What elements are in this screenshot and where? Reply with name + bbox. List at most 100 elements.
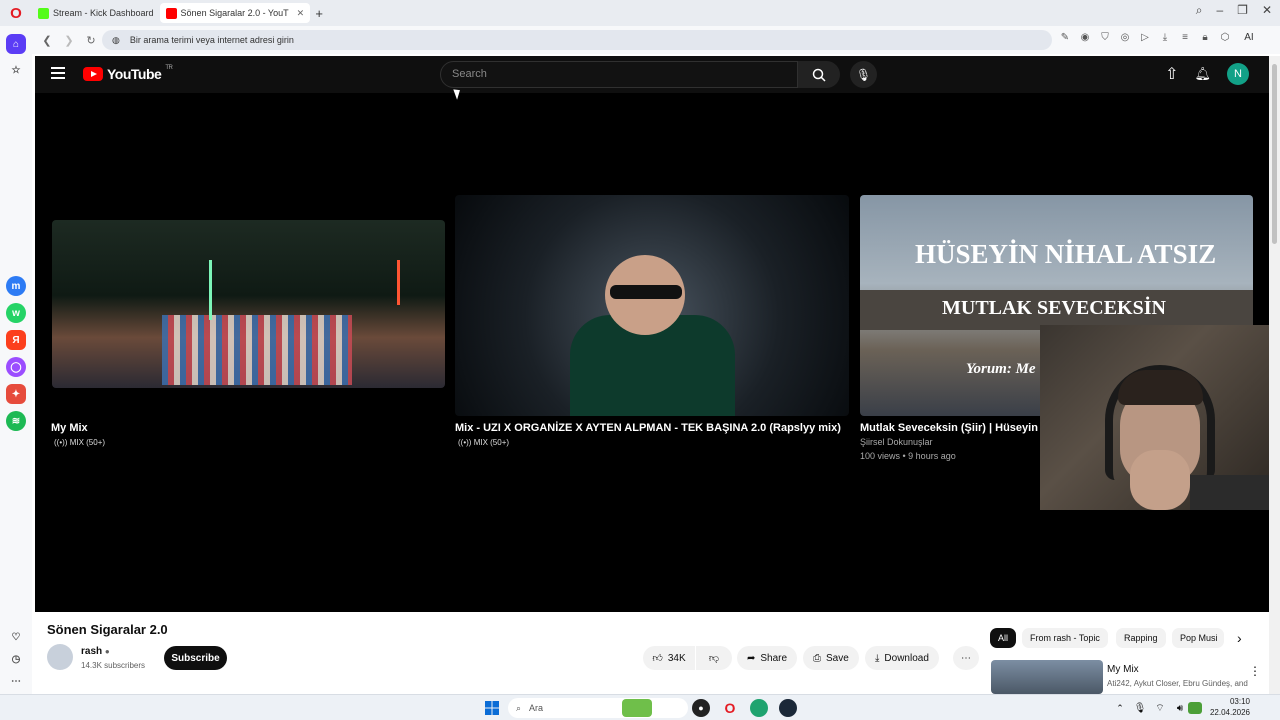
- home-icon[interactable]: ⌂: [6, 34, 26, 54]
- vpn-icon[interactable]: ◎: [1118, 32, 1132, 43]
- menu-icon[interactable]: ≡: [1178, 32, 1192, 43]
- suggestion-more-icon[interactable]: ⋮: [1249, 664, 1261, 678]
- ai-button[interactable]: AI: [1238, 32, 1260, 43]
- tab-label: Stream - Kick Dashboard: [53, 8, 154, 18]
- star-icon[interactable]: ☆: [6, 60, 26, 80]
- tray-app-icon[interactable]: [1188, 702, 1202, 714]
- save-button[interactable]: ⎙ Save: [803, 646, 859, 670]
- shield-icon[interactable]: ⛉: [1098, 32, 1112, 43]
- download-arrow-icon: ⤓: [875, 652, 880, 664]
- app-icon[interactable]: ✦: [6, 384, 26, 404]
- chip-from-rash[interactable]: From rash - Topic: [1022, 628, 1108, 648]
- heart-icon[interactable]: ♡: [6, 627, 26, 647]
- reload-icon[interactable]: ↻: [80, 34, 102, 47]
- history-icon[interactable]: ◷: [6, 649, 26, 669]
- menu-hamburger-icon[interactable]: [51, 67, 65, 79]
- mic-icon: 🎙︎: [855, 67, 872, 82]
- endscreen-title-3[interactable]: Mutlak Seveceksin (Şiir) | Hüseyin Ni: [860, 422, 1052, 434]
- minimize-icon[interactable]: –: [1216, 3, 1223, 18]
- endscreen-title-1[interactable]: My Mix: [51, 422, 88, 434]
- taskbar-app-icon[interactable]: [622, 699, 652, 717]
- voice-search-button[interactable]: 🎙︎: [850, 61, 877, 88]
- whatsapp-icon[interactable]: w: [6, 303, 26, 323]
- new-tab-button[interactable]: +: [310, 6, 328, 21]
- table-cloth-shape: [162, 315, 352, 385]
- back-icon[interactable]: ❮: [36, 34, 58, 47]
- region-code: TR: [165, 65, 173, 71]
- opera-logo-icon[interactable]: O: [0, 0, 32, 26]
- taskbar-steam-icon[interactable]: [779, 699, 797, 717]
- taskbar-search[interactable]: ⌕ Ara: [508, 698, 688, 718]
- save-label: Save: [826, 652, 849, 664]
- close-window-icon[interactable]: ✕: [1262, 3, 1272, 18]
- tray-volume-icon[interactable]: 🔊︎: [1171, 699, 1189, 717]
- bookmark-icon: ⎙: [813, 652, 821, 664]
- endscreen-channel-3: Şiirsel Dokunuşlar: [860, 437, 933, 447]
- search-tabs-icon[interactable]: ⌕: [1196, 3, 1203, 18]
- window-controls: ⌕ – ❐ ✕: [1196, 3, 1272, 18]
- camera-icon[interactable]: ◉: [1078, 32, 1092, 43]
- maximize-icon[interactable]: ❐: [1237, 3, 1248, 18]
- taskbar-clock[interactable]: 03:10 22.04.2026: [1210, 696, 1250, 718]
- download-button[interactable]: ⤓ Download: [865, 646, 939, 670]
- browser-tab-bar: O Stream - Kick Dashboard Sönen Sigarala…: [0, 0, 1280, 26]
- more-actions-button[interactable]: ⋯: [953, 646, 979, 670]
- download-icon[interactable]: ⤓: [1158, 32, 1172, 43]
- tray-chevron-icon[interactable]: ⌃: [1111, 699, 1129, 717]
- subscribe-button[interactable]: Subscribe: [164, 646, 227, 670]
- channel-name-text: rash: [81, 646, 103, 657]
- spotify-icon[interactable]: ≋: [6, 411, 26, 431]
- forward-icon[interactable]: ❯: [58, 34, 80, 47]
- youtube-logo-text: YouTube: [107, 66, 162, 82]
- edit-icon[interactable]: ✎: [1058, 32, 1072, 43]
- close-tab-icon[interactable]: ✕: [297, 8, 305, 19]
- upload-icon[interactable]: ⇧: [1165, 64, 1178, 84]
- taskbar-app-dark-icon[interactable]: ●: [692, 699, 710, 717]
- like-button[interactable]: 👍︎ 34K: [643, 646, 695, 670]
- taskbar-opera-icon[interactable]: O: [721, 699, 739, 717]
- chip-pop-music[interactable]: Pop Musi: [1172, 628, 1224, 648]
- suggestion-meta: Ati242, Aykut Closer, Ebru Gündeş, and: [1107, 679, 1248, 688]
- kick-favicon-icon: [38, 7, 49, 19]
- search-input[interactable]: Search: [440, 61, 798, 88]
- more-icon[interactable]: ⋯: [6, 671, 26, 691]
- windows-taskbar: ⌕ Ara ● O ⌃ 🎙︎ ⌔ 🔊︎ 03:10 22.04.2026: [0, 694, 1280, 720]
- page-scrollbar[interactable]: [1269, 56, 1280, 694]
- tab-youtube[interactable]: Sönen Sigaralar 2.0 - YouT ✕: [159, 3, 311, 23]
- suggestion-thumbnail[interactable]: [991, 660, 1103, 694]
- yandex-icon[interactable]: Я: [6, 330, 26, 350]
- notifications-bell-icon[interactable]: 🔔︎: [1194, 66, 1211, 82]
- tray-network-icon[interactable]: ⌔: [1151, 699, 1169, 717]
- chip-rapping[interactable]: Rapping: [1116, 628, 1166, 648]
- search-icon: [812, 68, 826, 82]
- url-field[interactable]: ◍ Bir arama terimi veya internet adresi …: [102, 30, 1052, 50]
- dislike-button[interactable]: 👎︎: [696, 646, 732, 670]
- channel-avatar[interactable]: [47, 644, 73, 670]
- chips-next-icon[interactable]: ›: [1237, 630, 1242, 646]
- channel-name[interactable]: rash ●: [81, 646, 110, 657]
- lock-icon[interactable]: 🔒︎: [1198, 32, 1212, 43]
- account-avatar[interactable]: N: [1227, 63, 1249, 85]
- messenger-icon[interactable]: m: [6, 276, 26, 296]
- header-actions: ⇧ 🔔︎ N: [1165, 63, 1249, 85]
- play-icon[interactable]: ▷: [1138, 32, 1152, 43]
- share-button[interactable]: ➦ Share: [737, 646, 798, 670]
- endscreen-title-2[interactable]: Mix - UZI X ORGANİZE X AYTEN ALPMAN - TE…: [455, 422, 841, 434]
- tab-kick-dashboard[interactable]: Stream - Kick Dashboard: [32, 3, 160, 23]
- chip-all[interactable]: All: [990, 628, 1017, 648]
- endscreen-thumbnail-2[interactable]: [455, 195, 849, 416]
- search-button[interactable]: [798, 61, 840, 88]
- subscriber-count: 14.3K subscribers: [81, 661, 146, 670]
- extension-icon[interactable]: ⬡: [1218, 32, 1232, 43]
- youtube-logo[interactable]: YouTube TR: [83, 65, 173, 82]
- suggestion-title[interactable]: My Mix: [1107, 664, 1139, 675]
- endscreen-thumbnail-1[interactable]: [52, 220, 445, 388]
- windows-start-icon[interactable]: [483, 699, 501, 717]
- scrollbar-thumb[interactable]: [1272, 64, 1277, 244]
- taskbar-edge-icon[interactable]: [750, 699, 768, 717]
- thumbs-up-icon: 👍︎: [652, 653, 663, 664]
- tab-label: Sönen Sigaralar 2.0 - YouT: [180, 8, 289, 18]
- tray-mic-icon[interactable]: 🎙︎: [1131, 699, 1149, 717]
- aria-icon[interactable]: ◯: [6, 357, 26, 377]
- light-stick-shape: [209, 260, 212, 320]
